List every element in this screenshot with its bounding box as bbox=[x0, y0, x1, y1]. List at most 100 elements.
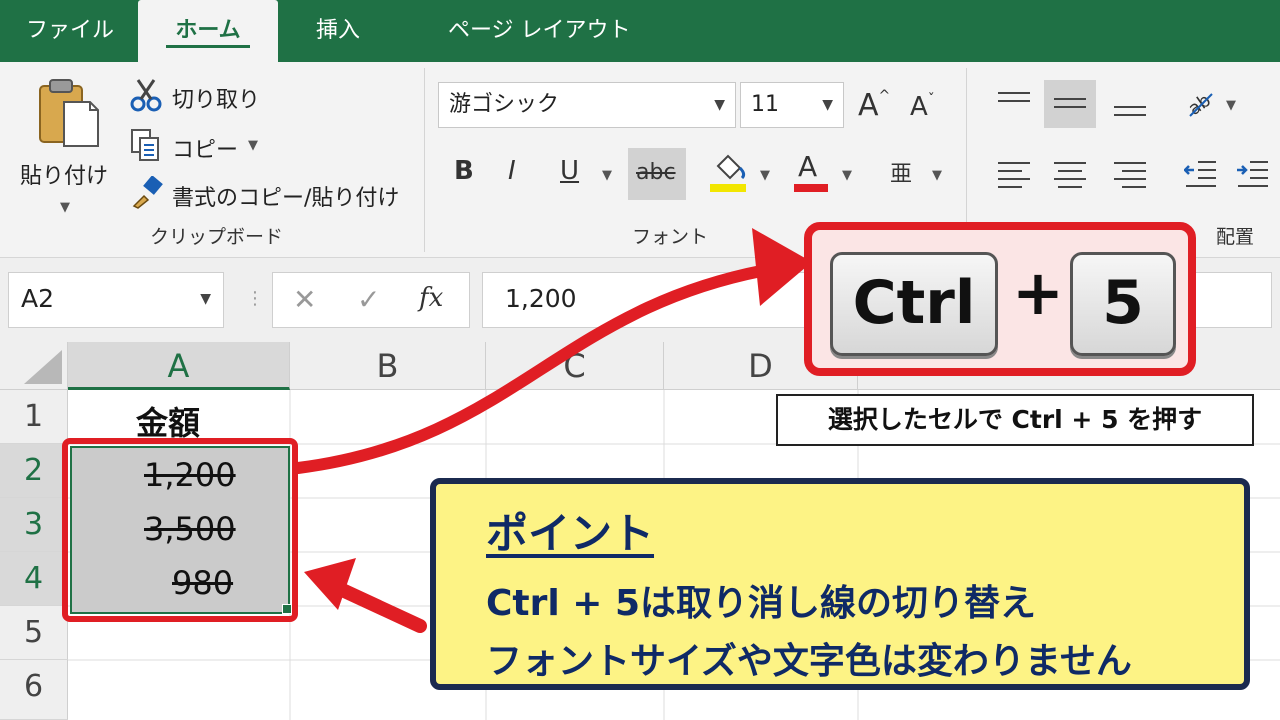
font-color-dropdown-icon[interactable]: ▼ bbox=[842, 168, 852, 183]
shrink-font-button[interactable]: Aˇ bbox=[910, 92, 935, 122]
align-line bbox=[1122, 186, 1146, 188]
formula-buttons: ✕ ✓ fx bbox=[272, 272, 470, 328]
font-color-icon: A bbox=[798, 150, 818, 183]
tab-file[interactable]: ファイル bbox=[26, 0, 114, 62]
italic-button[interactable]: I bbox=[508, 156, 516, 186]
formula-input-value: 1,200 bbox=[505, 284, 577, 313]
align-line bbox=[1058, 186, 1082, 188]
column-header-c[interactable]: C bbox=[486, 342, 664, 390]
align-middle-button[interactable] bbox=[1044, 80, 1096, 128]
underline-dropdown-icon[interactable]: ▼ bbox=[602, 168, 612, 183]
grow-font-button[interactable]: A^ bbox=[858, 88, 890, 123]
align-top-button[interactable] bbox=[988, 80, 1040, 128]
row-header-6[interactable]: 6 bbox=[0, 660, 68, 720]
orientation-dropdown-icon[interactable]: ▼ bbox=[1226, 98, 1236, 113]
cut-button[interactable]: 切り取り bbox=[130, 76, 270, 116]
align-right-button[interactable] bbox=[1104, 150, 1156, 198]
format-painter-label: 書式のコピー/貼り付け bbox=[172, 186, 400, 211]
align-line bbox=[1122, 170, 1146, 172]
align-line bbox=[1054, 178, 1086, 180]
clipboard-icon bbox=[39, 79, 99, 147]
cut-label: 切り取り bbox=[172, 88, 261, 113]
align-line bbox=[998, 92, 1030, 94]
font-size-value: 11 bbox=[751, 92, 779, 117]
paste-button[interactable]: 貼り付け ▼ bbox=[14, 76, 118, 216]
formula-bar-grip-icon: ⋮ bbox=[246, 288, 264, 309]
row-header-4[interactable]: 4 bbox=[0, 552, 68, 606]
outdent-icon bbox=[1183, 161, 1216, 187]
shortcut-callout: Ctrl + 5 bbox=[804, 222, 1196, 376]
phonetic-button[interactable]: 亜 bbox=[890, 156, 912, 188]
shrink-caret-icon: ˇ bbox=[927, 92, 935, 108]
row-header-1[interactable]: 1 bbox=[0, 390, 68, 444]
bold-button[interactable]: B bbox=[454, 156, 474, 186]
row-header-3[interactable]: 3 bbox=[0, 498, 68, 552]
tab-home-label: ホーム bbox=[175, 18, 241, 43]
name-box-value: A2 bbox=[21, 284, 55, 313]
grow-caret-icon: ^ bbox=[878, 88, 891, 104]
insert-function-icon[interactable]: fx bbox=[419, 283, 443, 313]
svg-text:ab: ab bbox=[1184, 90, 1214, 118]
align-left-button[interactable] bbox=[988, 150, 1040, 198]
row-header-2[interactable]: 2 bbox=[0, 444, 68, 498]
format-painter-button[interactable]: 書式のコピー/貼り付け bbox=[130, 174, 420, 214]
name-box[interactable]: A2 ▼ bbox=[8, 272, 224, 328]
point-line-2: フォントサイズや文字色は変わりません bbox=[486, 641, 1132, 682]
align-line bbox=[1114, 178, 1146, 180]
font-color-bar bbox=[794, 184, 828, 192]
copy-button[interactable]: コピー ▼ bbox=[130, 126, 270, 166]
orientation-button[interactable]: ab ▼ bbox=[1184, 88, 1244, 128]
point-title: ポイント bbox=[486, 509, 655, 558]
align-line bbox=[1114, 162, 1146, 164]
increase-indent-button[interactable] bbox=[1236, 156, 1276, 196]
shortcut-caption: 選択したセルで Ctrl + 5 を押す bbox=[776, 394, 1254, 446]
row-header-5[interactable]: 5 bbox=[0, 606, 68, 660]
keycap-ctrl: Ctrl bbox=[830, 252, 998, 356]
fill-color-dropdown-icon[interactable]: ▼ bbox=[760, 168, 770, 183]
indent-icon bbox=[1237, 161, 1268, 187]
ribbon-tab-bar: ファイル ホーム 挿入 ページ レイアウト bbox=[0, 0, 1280, 62]
font-name-combo[interactable]: 游ゴシック ▼ bbox=[438, 82, 736, 128]
tab-home[interactable]: ホーム bbox=[138, 0, 278, 62]
font-size-combo[interactable]: 11 ▼ bbox=[740, 82, 844, 128]
point-line-1: Ctrl + 5は取り消し線の切り替え bbox=[486, 583, 1037, 624]
keycap-5: 5 bbox=[1070, 252, 1176, 356]
copy-dropdown-icon[interactable]: ▼ bbox=[248, 138, 258, 153]
cancel-icon[interactable]: ✕ bbox=[293, 283, 316, 316]
strikethrough-button[interactable]: abc bbox=[628, 148, 686, 200]
align-bottom-button[interactable] bbox=[1104, 80, 1156, 128]
fill-color-button[interactable] bbox=[708, 152, 752, 198]
align-line bbox=[998, 178, 1030, 180]
align-line bbox=[1054, 162, 1086, 164]
text-orientation-icon: ab bbox=[1184, 90, 1214, 120]
point-callout: ポイント Ctrl + 5は取り消し線の切り替え フォントサイズや文字色は変わり… bbox=[430, 478, 1250, 690]
highlight-outline bbox=[62, 438, 298, 622]
font-color-button[interactable]: A bbox=[792, 150, 832, 198]
decrease-indent-button[interactable] bbox=[1183, 156, 1224, 196]
scissors-icon bbox=[130, 79, 162, 112]
align-line bbox=[1058, 170, 1082, 172]
paste-dropdown-icon[interactable]: ▼ bbox=[60, 200, 70, 215]
font-group-label: フォント bbox=[632, 226, 709, 248]
clipboard-group-label: クリップボード bbox=[150, 226, 284, 248]
phonetic-dropdown-icon[interactable]: ▼ bbox=[932, 168, 942, 183]
align-line bbox=[998, 186, 1022, 188]
column-header-b[interactable]: B bbox=[290, 342, 486, 390]
tab-page-layout[interactable]: ページ レイアウト bbox=[448, 0, 631, 62]
align-line bbox=[998, 170, 1022, 172]
column-header-a[interactable]: A bbox=[68, 342, 290, 390]
enter-icon[interactable]: ✓ bbox=[357, 283, 380, 316]
active-tab-underline bbox=[166, 45, 250, 48]
font-size-dropdown-icon[interactable]: ▼ bbox=[822, 83, 833, 127]
grow-font-icon: A bbox=[858, 88, 879, 123]
paintbrush-icon bbox=[132, 176, 163, 209]
group-divider bbox=[424, 68, 425, 252]
font-name-value: 游ゴシック bbox=[449, 92, 560, 117]
align-center-button[interactable] bbox=[1044, 150, 1096, 198]
copy-label: コピー bbox=[172, 138, 239, 163]
tab-insert[interactable]: 挿入 bbox=[316, 0, 360, 62]
underline-button[interactable]: U bbox=[560, 156, 579, 186]
select-all-corner[interactable] bbox=[0, 342, 68, 390]
name-box-dropdown-icon[interactable]: ▼ bbox=[200, 291, 211, 307]
font-name-dropdown-icon[interactable]: ▼ bbox=[714, 83, 725, 127]
